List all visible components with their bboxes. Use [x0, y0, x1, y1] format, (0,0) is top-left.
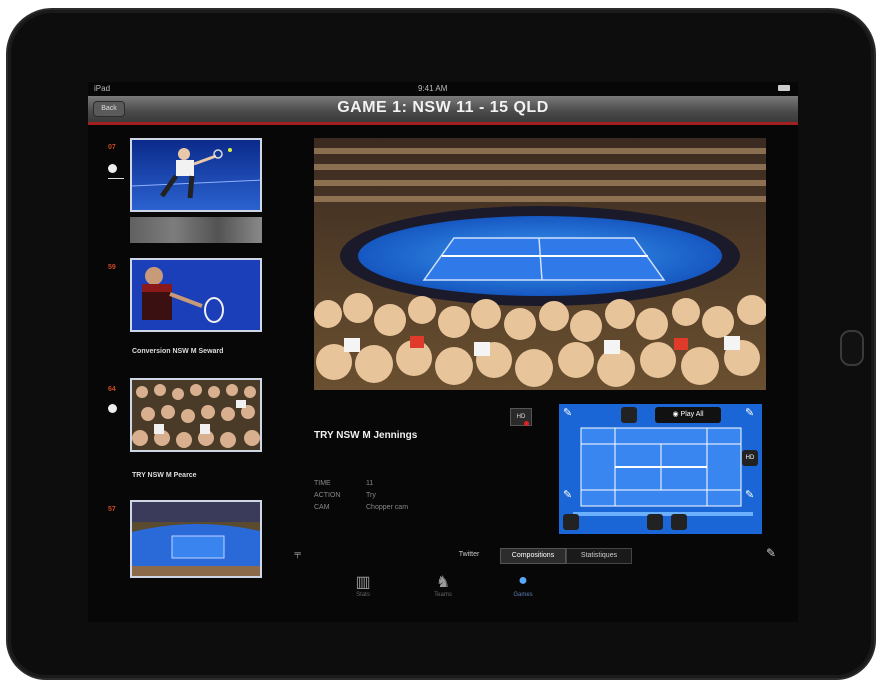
detail-row: ACTION Try	[314, 492, 376, 499]
pencil-icon[interactable]: ✎	[745, 406, 754, 419]
play-thumbnail[interactable]	[130, 378, 262, 452]
camera-toggle-icon[interactable]	[671, 514, 687, 530]
segment-statistiques[interactable]: Statistiques	[566, 548, 632, 564]
detail-value: 11	[366, 480, 374, 487]
play-number: 57	[108, 506, 116, 513]
tab-label: Teams	[434, 592, 452, 598]
nav-bar: Back GAME 1: NSW 11 - 15 QLD	[88, 96, 798, 125]
home-button[interactable]	[840, 330, 864, 366]
jersey-icon: ♞	[435, 574, 451, 591]
selected-play-title: TRY NSW M Jennings	[314, 430, 418, 441]
pencil-icon[interactable]: ✎	[745, 488, 754, 501]
detail-label: ACTION	[314, 492, 341, 499]
play-caption: Conversion NSW M Seward	[132, 348, 224, 355]
detail-value: Try	[366, 492, 376, 499]
content-switcher: ⫧ Twitter Compositions Statistiques ✎	[88, 544, 798, 564]
battery-icon	[778, 85, 790, 91]
detail-row: CAM Chopper cam	[314, 504, 408, 511]
play-all-label: Play All	[680, 411, 704, 418]
tab-stats[interactable]: ▥ Stats	[338, 572, 388, 598]
segment-twitter[interactable]: Twitter	[442, 548, 496, 562]
record-indicator-icon	[524, 421, 529, 426]
tab-label: Games	[513, 592, 533, 598]
play-marker-icon	[108, 404, 117, 413]
filter-icon[interactable]: ⫧	[294, 546, 301, 562]
play-thumbnail[interactable]	[130, 138, 262, 212]
camera-toggle-icon[interactable]	[621, 407, 637, 423]
stadium-icon: ▥	[355, 574, 371, 591]
play-number: 64	[108, 386, 116, 393]
segment-compositions[interactable]: Compositions	[500, 548, 566, 564]
detail-label: TIME	[314, 480, 331, 487]
grid-view-icon[interactable]	[647, 514, 663, 530]
divider	[108, 178, 124, 179]
ball-icon: ●	[518, 572, 528, 589]
compose-icon[interactable]: ✎	[766, 546, 776, 560]
tab-bar: ▥ Stats ♞ Teams ● Games	[88, 572, 798, 622]
detail-value: Chopper cam	[366, 504, 409, 511]
carrier-label: iPad	[94, 84, 111, 93]
main-video-preview[interactable]	[314, 138, 766, 390]
play-number: 07	[108, 144, 116, 151]
play-caption: TRY NSW M Pearce	[132, 472, 197, 479]
play-number: 59	[108, 264, 116, 271]
eye-icon: ◉	[672, 411, 681, 418]
tab-teams[interactable]: ♞ Teams	[418, 572, 468, 598]
tab-games[interactable]: ● Games	[498, 572, 548, 598]
court-map-panel[interactable]: ✎ ◉ Play All ✎ HD ✎ ✎	[559, 404, 762, 534]
clock: 9:41 AM	[418, 84, 448, 93]
pencil-icon[interactable]: ✎	[563, 406, 572, 419]
page-title: GAME 1: NSW 11 - 15 QLD	[337, 99, 549, 116]
play-all-button[interactable]: ◉ Play All	[655, 407, 721, 423]
play-thumbnail[interactable]	[130, 258, 262, 332]
tab-label: Stats	[356, 592, 370, 598]
hd-toggle-button[interactable]: HD	[742, 450, 758, 466]
blurred-caption	[130, 217, 262, 243]
play-thumbnail[interactable]	[130, 500, 262, 578]
app-screen: iPad 9:41 AM Back GAME 1: NSW 11 - 15 QL…	[88, 82, 798, 622]
play-marker-icon	[108, 164, 117, 173]
status-bar: iPad 9:41 AM	[88, 82, 798, 96]
detail-row: TIME 11	[314, 480, 373, 487]
camera-toggle-icon[interactable]	[563, 514, 579, 530]
pencil-icon[interactable]: ✎	[563, 488, 572, 501]
detail-label: CAM	[314, 504, 330, 511]
